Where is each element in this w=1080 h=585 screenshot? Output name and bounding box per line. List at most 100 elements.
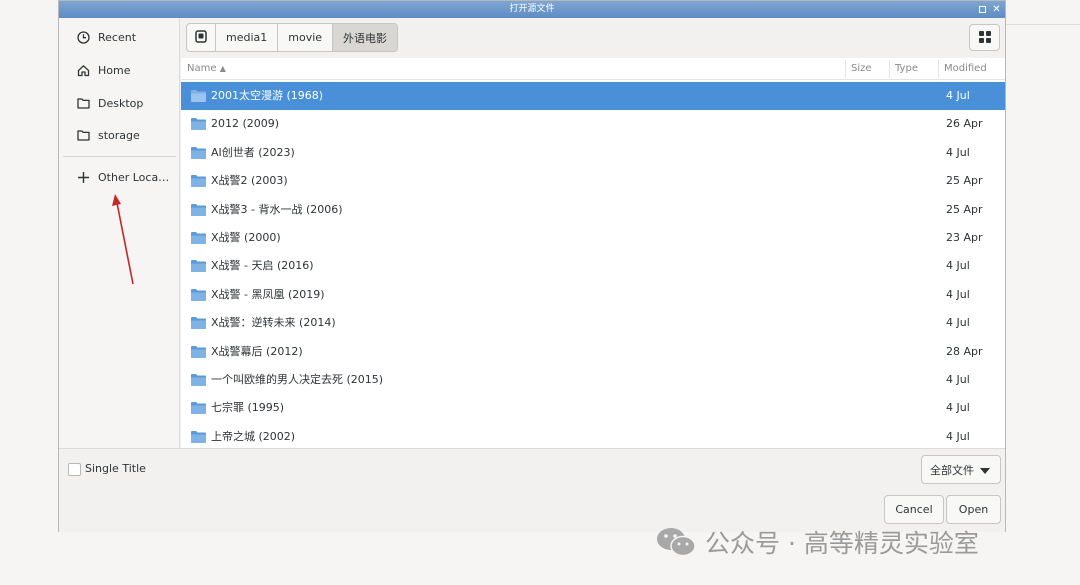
- column-separator: [938, 60, 939, 78]
- open-button[interactable]: Open: [946, 495, 1001, 524]
- maximize-icon[interactable]: [979, 6, 986, 13]
- table-row[interactable]: 2001太空漫游 (1968) 4 Jul: [181, 82, 1005, 110]
- clock-icon: [76, 30, 90, 44]
- table-row[interactable]: X战警2 (2003) 25 Apr: [181, 167, 1005, 195]
- file-modified: 4 Jul: [946, 89, 970, 102]
- column-separator: [889, 60, 890, 78]
- folder-icon: [191, 175, 206, 188]
- file-name: X战警3 - 背水一战 (2006): [211, 202, 343, 216]
- dialog-title: 打开源文件: [509, 4, 555, 14]
- file-name: 七宗罪 (1995): [211, 401, 285, 415]
- breadcrumb-item-media1[interactable]: media1: [216, 24, 279, 51]
- file-name: 上帝之城 (2002): [211, 429, 296, 443]
- sidebar-separator: [63, 156, 176, 157]
- sidebar-item-recent[interactable]: Recent: [59, 22, 179, 52]
- table-row[interactable]: 上帝之城 (2002) 4 Jul: [181, 423, 1005, 448]
- sidebar-item-label: Home: [98, 63, 131, 77]
- folder-icon: [76, 96, 90, 110]
- file-modified: 25 Apr: [946, 202, 983, 216]
- grid-icon: [978, 28, 991, 47]
- watermark: 公众号 · 高等精灵实验室: [655, 522, 979, 562]
- folder-icon: [191, 203, 206, 216]
- file-name: 2012 (2009): [211, 117, 280, 131]
- file-name: 2001太空漫游 (1968): [211, 89, 324, 102]
- close-icon[interactable]: ✕: [992, 5, 1001, 15]
- path-bar: media1 movie 外语电影: [181, 18, 1005, 63]
- plus-icon: [76, 170, 90, 184]
- file-name: AI创世者 (2023): [211, 145, 295, 159]
- table-row[interactable]: X战警 (2000) 23 Apr: [181, 224, 1005, 252]
- table-row[interactable]: AI创世者 (2023) 4 Jul: [181, 139, 1005, 167]
- sidebar-item-label: Recent: [98, 30, 137, 44]
- column-modified[interactable]: Modified: [944, 58, 987, 80]
- sidebar-item-other-locations[interactable]: Other Loca…: [59, 162, 179, 192]
- wechat-icon: [655, 525, 697, 559]
- file-name: 一个叫欧维的男人决定去死 (2015): [211, 373, 384, 386]
- folder-icon: [191, 317, 206, 330]
- file-modified: 4 Jul: [946, 401, 970, 415]
- file-modified: 26 Apr: [946, 117, 983, 131]
- file-modified: 4 Jul: [946, 145, 970, 159]
- home-icon: [76, 63, 90, 77]
- column-name[interactable]: Name ▲: [187, 58, 226, 80]
- drive-button[interactable]: [187, 24, 216, 51]
- column-header: Name ▲ Size Type Modified: [181, 58, 1005, 80]
- sidebar-item-label: Desktop: [98, 96, 144, 110]
- table-row[interactable]: X战警 - 天启 (2016) 4 Jul: [181, 252, 1005, 280]
- table-row[interactable]: X战警：逆转未来 (2014) 4 Jul: [181, 309, 1005, 337]
- folder-icon: [191, 232, 206, 244]
- table-row[interactable]: X战警3 - 背水一战 (2006) 25 Apr: [181, 196, 1005, 224]
- folder-icon: [191, 374, 206, 386]
- file-modified: 25 Apr: [946, 174, 983, 188]
- single-title-label: Single Title: [85, 462, 146, 475]
- sidebar-item-desktop[interactable]: Desktop: [59, 88, 179, 118]
- file-name: X战警 - 天启 (2016): [211, 259, 314, 273]
- folder-icon: [191, 288, 206, 301]
- dialog-titlebar[interactable]: 打开源文件 ✕: [59, 1, 1005, 18]
- dropdown-arrow-icon: [980, 468, 990, 474]
- cancel-button[interactable]: Cancel: [884, 495, 944, 524]
- column-type[interactable]: Type: [895, 58, 918, 80]
- file-modified: 4 Jul: [946, 259, 970, 273]
- sort-ascending-icon: ▲: [219, 64, 226, 73]
- watermark-text: 公众号 · 高等精灵实验室: [705, 529, 979, 558]
- file-name: X战警 - 黑凤凰 (2019): [211, 287, 325, 301]
- places-sidebar: Recent Home Desktop storage Other Loca…: [59, 18, 180, 448]
- breadcrumb-item-movie[interactable]: movie: [278, 24, 334, 51]
- table-row[interactable]: 2012 (2009) 26 Apr: [181, 110, 1005, 138]
- folder-icon: [191, 260, 206, 273]
- file-browser-pane: media1 movie 外语电影 Name ▲ Size Type Modif…: [181, 18, 1005, 448]
- sidebar-item-storage[interactable]: storage: [59, 120, 179, 150]
- table-row[interactable]: X战警 - 黑凤凰 (2019) 4 Jul: [181, 281, 1005, 309]
- file-list: 2001太空漫游 (1968) 4 Jul 2012 (2009) 26 Apr AI创…: [181, 80, 1005, 448]
- sidebar-item-home[interactable]: Home: [59, 55, 179, 85]
- folder-icon: [191, 118, 206, 131]
- column-name-label: Name: [187, 63, 217, 74]
- grid-view-button[interactable]: [969, 24, 1000, 51]
- table-row[interactable]: 一个叫欧维的男人决定去死 (2015) 4 Jul: [181, 366, 1005, 394]
- folder-icon: [76, 128, 90, 142]
- table-row[interactable]: 七宗罪 (1995) 4 Jul: [181, 394, 1005, 422]
- background-divider: [1006, 24, 1080, 25]
- folder-icon: [191, 146, 206, 159]
- single-title-checkbox[interactable]: [68, 463, 81, 476]
- breadcrumb-item-current[interactable]: 外语电影: [333, 24, 398, 51]
- file-modified: 4 Jul: [946, 373, 970, 386]
- column-separator: [845, 60, 846, 78]
- sidebar-item-label: storage: [98, 128, 140, 142]
- file-modified: 4 Jul: [946, 429, 970, 443]
- open-file-dialog: 打开源文件 ✕ Recent Home Desktop storage Othe…: [58, 0, 1006, 532]
- file-name: X战警：逆转未来 (2014): [211, 316, 336, 330]
- drive-icon: [195, 29, 207, 46]
- table-row[interactable]: X战警幕后 (2012) 28 Apr: [181, 338, 1005, 366]
- sidebar-item-label: Other Loca…: [98, 170, 170, 184]
- folder-icon: [191, 402, 206, 415]
- column-size[interactable]: Size: [851, 58, 872, 80]
- file-name: X战警 (2000): [211, 231, 281, 244]
- folder-icon: [191, 90, 206, 102]
- file-type-filter[interactable]: 全部文件: [921, 455, 1001, 484]
- file-name: X战警2 (2003): [211, 174, 288, 188]
- file-modified: 23 Apr: [946, 231, 983, 244]
- breadcrumb: media1 movie 外语电影: [186, 23, 399, 52]
- dialog-footer: Single Title 全部文件 Cancel Open: [59, 448, 1005, 532]
